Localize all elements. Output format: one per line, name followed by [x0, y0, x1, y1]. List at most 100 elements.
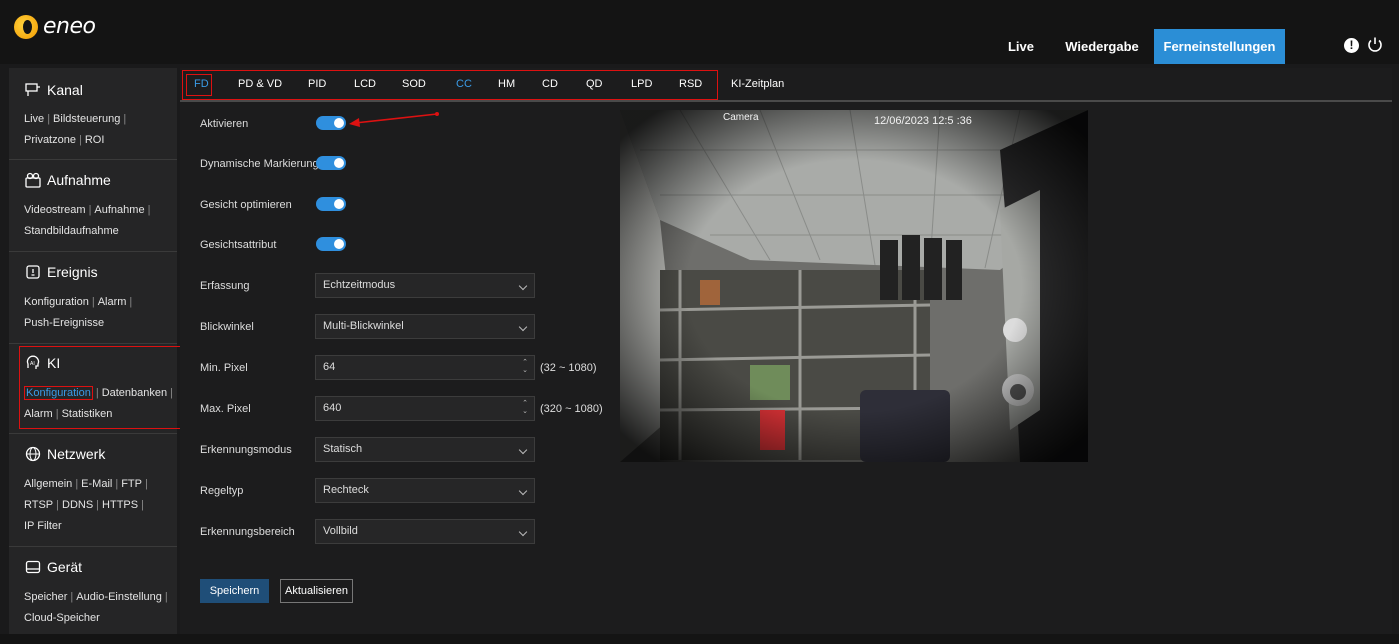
input-max-pixel[interactable]: 640 ⌃ ⌄ [315, 396, 535, 421]
tab-ki-zeitplan[interactable]: KI-Zeitplan [731, 78, 784, 90]
label-aktivieren: Aktivieren [200, 118, 249, 130]
divider [9, 159, 177, 160]
sidebar-title-aufnahme: Aufnahme [47, 172, 111, 188]
label-max-pixel: Max. Pixel [200, 403, 251, 415]
sidebar-title-geraet: Gerät [47, 559, 83, 575]
tab-hm[interactable]: HM [498, 78, 515, 90]
sidebar-section-kanal[interactable]: Kanal [25, 82, 83, 98]
tab-pid[interactable]: PID [308, 78, 326, 90]
spinner-arrows-icon[interactable]: ⌃ ⌄ [522, 359, 528, 375]
tab-cc[interactable]: CC [456, 78, 472, 90]
sidebar-section-geraet[interactable]: Gerät [25, 559, 82, 575]
select-erkennungsbereich[interactable]: Vollbild [315, 519, 535, 544]
label-regeltyp: Regeltyp [200, 485, 244, 497]
nav-live[interactable]: Live [996, 29, 1046, 64]
link-videostream[interactable]: Videostream [24, 204, 86, 216]
label-dynamische-markierung: Dynamische Markierung [200, 158, 319, 170]
sidebar-title-ereignis: Ereignis [47, 264, 98, 280]
label-blickwinkel: Blickwinkel [200, 321, 254, 333]
refresh-button[interactable]: Aktualisieren [280, 579, 353, 603]
link-konfiguration-ereignis[interactable]: Konfiguration [24, 296, 89, 308]
sidebar-links-geraet: Speicher | Audio-Einstellung | Cloud-Speich… [24, 591, 168, 624]
sidebar-title-kanal: Kanal [47, 82, 83, 98]
link-aufnahme[interactable]: Aufnahme [94, 204, 144, 216]
select-erfassung[interactable]: Echtzeitmodus [315, 273, 535, 298]
camera-preview: Camera 12/06/2023 12:5 :36 [620, 110, 1088, 462]
eneo-logo: eneo [14, 14, 96, 39]
event-icon [26, 265, 40, 279]
link-email[interactable]: E-Mail [81, 478, 112, 490]
camera-image [620, 110, 1088, 462]
alert-icon[interactable]: ! [1344, 38, 1359, 53]
input-min-pixel[interactable]: 64 ⌃ ⌄ [315, 355, 535, 380]
input-min-pixel-value: 64 [323, 361, 336, 373]
spinner-arrows-icon[interactable]: ⌃ ⌄ [522, 400, 528, 416]
link-alarm-ki[interactable]: Alarm [24, 408, 53, 420]
sidebar: Kanal Live | Bildsteuerung | Privatzone | ROI… [9, 68, 184, 634]
link-konfiguration-ki[interactable]: Konfiguration [24, 386, 93, 400]
link-cloud-speicher[interactable]: Cloud-Speicher [24, 612, 100, 624]
select-erkennungsmodus[interactable]: Statisch [315, 437, 535, 462]
logo-mark-icon [14, 14, 38, 39]
tab-lcd[interactable]: LCD [354, 78, 376, 90]
sidebar-links-ki: Konfiguration | Datenbanken | Alarm | Statist… [24, 386, 173, 420]
nav-playback[interactable]: Wiedergabe [1060, 29, 1144, 64]
tab-fd[interactable]: FD [194, 78, 209, 90]
link-live[interactable]: Live [24, 113, 44, 125]
link-roi[interactable]: ROI [85, 134, 105, 146]
sidebar-links-aufnahme: Videostream | Aufnahme | Standbildaufnahme [24, 204, 151, 237]
input-max-pixel-value: 640 [323, 402, 342, 414]
select-blickwinkel-value: Multi-Blickwinkel [323, 320, 404, 332]
select-blickwinkel[interactable]: Multi-Blickwinkel [315, 314, 535, 339]
tab-sod[interactable]: SOD [402, 78, 426, 90]
range-min-pixel: (32 ~ 1080) [540, 362, 597, 374]
link-ftp[interactable]: FTP [121, 478, 142, 490]
label-gesicht-optimieren: Gesicht optimieren [200, 199, 292, 211]
link-standbildaufnahme[interactable]: Standbildaufnahme [24, 225, 119, 237]
sidebar-section-ki[interactable]: AI KI [25, 355, 60, 371]
link-allgemein[interactable]: Allgemein [24, 478, 72, 490]
tab-cd[interactable]: CD [542, 78, 558, 90]
link-datenbanken[interactable]: Datenbanken [102, 387, 167, 399]
tab-rsd[interactable]: RSD [679, 78, 702, 90]
tab-lpd[interactable]: LPD [631, 78, 652, 90]
power-icon[interactable] [1366, 36, 1384, 54]
label-gesichtsattribut: Gesichtsattribut [200, 239, 277, 251]
toggle-gesichtsattribut[interactable] [316, 237, 346, 251]
link-rtsp[interactable]: RTSP [24, 499, 53, 511]
link-statistiken[interactable]: Statistiken [62, 408, 113, 420]
link-privatzone[interactable]: Privatzone [24, 134, 76, 146]
link-ip-filter[interactable]: IP Filter [24, 520, 62, 532]
link-audio-einstellung[interactable]: Audio-Einstellung [76, 591, 162, 603]
save-button[interactable]: Speichern [200, 579, 269, 603]
top-bar: eneo Live Wiedergabe Ferneinstellungen ! [0, 0, 1399, 64]
link-speicher[interactable]: Speicher [24, 591, 67, 603]
select-regeltyp[interactable]: Rechteck [315, 478, 535, 503]
sidebar-section-aufnahme[interactable]: Aufnahme [25, 172, 111, 188]
tab-bar: FD PD & VD PID LCD SOD CC HM CD QD LPD R… [180, 68, 1392, 102]
tab-qd[interactable]: QD [586, 78, 603, 90]
link-bildsteuerung[interactable]: Bildsteuerung [53, 113, 120, 125]
toggle-aktivieren[interactable] [316, 116, 346, 130]
toggle-dynamische-markierung[interactable] [316, 156, 346, 170]
label-erkennungsmodus: Erkennungsmodus [200, 444, 292, 456]
link-alarm-ereignis[interactable]: Alarm [98, 296, 127, 308]
sidebar-section-netzwerk[interactable]: Netzwerk [25, 446, 105, 462]
select-erfassung-value: Echtzeitmodus [323, 279, 396, 291]
sidebar-title-ki: KI [47, 355, 61, 371]
nav-remote-settings[interactable]: Ferneinstellungen [1154, 29, 1285, 64]
select-erkennungsmodus-value: Statisch [323, 443, 363, 455]
sidebar-section-ereignis[interactable]: Ereignis [25, 264, 98, 280]
device-storage-icon [25, 560, 41, 574]
tab-pd-vd[interactable]: PD & VD [238, 78, 282, 90]
toggle-gesicht-optimieren[interactable] [316, 197, 346, 211]
divider [9, 546, 177, 547]
chevron-down-icon [518, 486, 528, 496]
link-ddns[interactable]: DDNS [62, 499, 93, 511]
select-regeltyp-value: Rechteck [323, 484, 369, 496]
link-push-ereignisse[interactable]: Push-Ereignisse [24, 317, 104, 329]
svg-text:AI: AI [30, 361, 35, 367]
link-https[interactable]: HTTPS [102, 499, 138, 511]
ai-head-icon: AI [26, 355, 40, 369]
bottom-bar [0, 634, 1399, 644]
